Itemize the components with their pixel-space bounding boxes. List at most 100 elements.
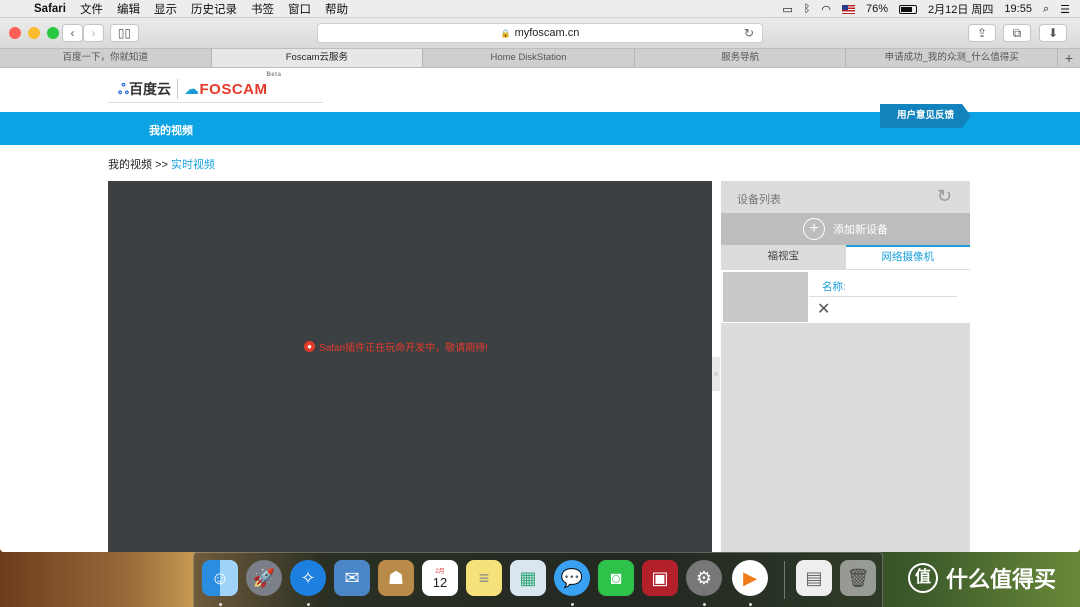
close-window-button[interactable] xyxy=(9,27,21,39)
notification-center-icon[interactable]: ☰ xyxy=(1060,3,1070,16)
safari-icon[interactable]: ✧ xyxy=(290,560,326,596)
device-list-item[interactable]: 名称: ✕ xyxy=(721,270,970,323)
watermark: 值 什么值得买 xyxy=(908,562,1056,594)
menu-edit[interactable]: 编辑 xyxy=(117,1,140,17)
add-device-button[interactable]: + 添加新设备 xyxy=(721,213,970,245)
contacts-icon[interactable]: ☗ xyxy=(378,560,414,596)
tab-service-nav[interactable]: 服务导航 xyxy=(635,49,847,67)
calendar-icon[interactable]: 2月 12 xyxy=(422,560,458,596)
chevron-right-icon: › xyxy=(91,26,96,40)
tabs-icon: ⧉ xyxy=(1012,25,1022,40)
address-bar[interactable]: 🔒 myfoscam.cn ↻ xyxy=(317,23,763,43)
system-preferences-icon[interactable]: ⚙ xyxy=(686,560,722,596)
device-divider xyxy=(809,296,957,297)
lock-icon: 🔒 xyxy=(500,28,511,38)
plugin-message-text: Safari插件正在玩命开发中，敬请期待! xyxy=(319,343,488,354)
zoom-window-button[interactable] xyxy=(47,27,59,39)
beta-label: Beta xyxy=(266,72,282,78)
tab-diskstation[interactable]: Home DiskStation xyxy=(423,49,635,67)
calendar-day: 12 xyxy=(432,575,448,590)
tab-fushibao[interactable]: 福视宝 xyxy=(721,245,846,269)
refresh-icon[interactable]: ↻ xyxy=(937,186,952,207)
app-menu-safari[interactable]: Safari xyxy=(34,3,66,15)
collapse-panel-handle[interactable]: » xyxy=(712,357,720,391)
video-player[interactable]: ● Safari插件正在玩命开发中，敬请期待! xyxy=(108,181,712,552)
close-icon[interactable]: ✕ xyxy=(817,299,830,319)
reload-icon[interactable]: ↻ xyxy=(744,26,754,40)
display-icon[interactable]: ▭ xyxy=(782,3,792,16)
photo-booth-icon[interactable]: ▣ xyxy=(642,560,678,596)
breadcrumb: 我的视频 >> 实时视频 xyxy=(108,156,215,172)
watermark-text: 什么值得买 xyxy=(946,567,1057,592)
sidebar-toggle-button[interactable]: ▯▯ xyxy=(110,24,139,42)
tab-foscam[interactable]: Foscam云服务 xyxy=(211,49,424,67)
menubar-date[interactable]: 2月12日 周四 xyxy=(928,1,993,17)
baidu-cloud-logo: ஃ百度云 xyxy=(118,79,171,100)
tab-smzdm[interactable]: 申请成功_我的众测_什么值得买 xyxy=(846,49,1058,67)
chevron-left-icon: ‹ xyxy=(70,26,75,40)
tab-overview-button[interactable]: ⧉ xyxy=(1003,24,1031,42)
device-name-label: 名称: xyxy=(822,281,846,293)
forward-button[interactable]: › xyxy=(83,24,104,42)
menu-bar: Safari 文件 编辑 显示 历史记录 书签 窗口 帮助 ▭ ᛒ ◠ 76% … xyxy=(0,0,1080,18)
battery-icon[interactable] xyxy=(899,4,917,14)
foscam-cloud-icon: ☁ xyxy=(183,81,200,98)
plugin-message: ● Safari插件正在玩命开发中，敬请期待! xyxy=(304,339,488,354)
minimize-window-button[interactable] xyxy=(28,27,40,39)
site-logo[interactable]: ஃ百度云 ☁FOSCAM Beta xyxy=(108,72,323,103)
device-list-title: 设备列表 xyxy=(737,194,781,206)
sidebar-icon: ▯▯ xyxy=(117,26,132,40)
plus-circle-icon: + xyxy=(803,218,825,240)
error-icon: ● xyxy=(304,341,315,352)
menu-bookmarks[interactable]: 书签 xyxy=(251,1,274,17)
add-device-label: 添加新设备 xyxy=(833,224,888,236)
bluetooth-icon[interactable]: ᛒ xyxy=(804,3,811,15)
menubar-time[interactable]: 19:55 xyxy=(1004,3,1032,15)
device-list-header: 设备列表 ↻ xyxy=(721,181,970,213)
documents-icon[interactable]: ▤ xyxy=(796,560,832,596)
browser-toolbar: ‹ › ▯▯ 🔒 myfoscam.cn ↻ ⇪ ⧉ ⬇ xyxy=(0,18,1080,48)
baidu-cloud-text: 百度云 xyxy=(128,80,171,97)
tab-baidu[interactable]: 百度一下，你就知道 xyxy=(0,49,212,67)
finder-icon[interactable]: ☺ xyxy=(202,560,238,596)
battery-percent[interactable]: 76% xyxy=(866,3,888,15)
foscam-text: FOSCAM xyxy=(199,81,268,98)
feedback-button[interactable]: 用户意见反馈 xyxy=(880,104,971,128)
breadcrumb-root[interactable]: 我的视频 xyxy=(108,159,152,171)
preview-icon[interactable]: ▦ xyxy=(510,560,546,596)
back-button[interactable]: ‹ xyxy=(62,24,83,42)
launchpad-icon[interactable]: 🚀 xyxy=(246,560,282,596)
running-indicator xyxy=(219,603,222,606)
device-type-tabs: 福视宝 网络摄像机 xyxy=(721,245,970,269)
dock: ☺ 🚀 ✧ ✉ ☗ 2月 12 ≡ ▦ 💬 ◙ ▣ ⚙ ▶ ▤ 🗑 xyxy=(193,552,883,607)
nav-my-videos[interactable]: 我的视频 xyxy=(149,122,193,138)
messages-icon[interactable]: 💬 xyxy=(554,560,590,596)
downloads-button[interactable]: ⬇ xyxy=(1039,24,1067,42)
menu-view[interactable]: 显示 xyxy=(154,1,177,17)
share-icon: ⇪ xyxy=(976,26,988,40)
menu-history[interactable]: 历史记录 xyxy=(191,1,237,17)
running-indicator xyxy=(703,603,706,606)
download-icon: ⬇ xyxy=(1047,26,1059,40)
mail-icon[interactable]: ✉ xyxy=(334,560,370,596)
share-button[interactable]: ⇪ xyxy=(968,24,996,42)
facetime-icon[interactable]: ◙ xyxy=(598,560,634,596)
address-bar-url: myfoscam.cn xyxy=(514,27,580,39)
music-player-icon[interactable]: ▶ xyxy=(732,560,768,596)
spotlight-search-icon[interactable]: ⌕ xyxy=(1043,3,1049,16)
menu-file[interactable]: 文件 xyxy=(80,1,103,17)
running-indicator xyxy=(749,603,752,606)
tab-bar: 百度一下，你就知道 Foscam云服务 Home DiskStation 服务导… xyxy=(0,48,1080,68)
foscam-logo: ☁FOSCAM Beta xyxy=(183,72,281,98)
new-tab-button[interactable]: + xyxy=(1058,49,1080,67)
wifi-icon[interactable]: ◠ xyxy=(821,3,831,16)
web-page: ஃ百度云 ☁FOSCAM Beta 我的视频 用户意见反馈 我的视频 >> 实时视… xyxy=(0,68,1080,552)
trash-icon[interactable]: 🗑 xyxy=(840,560,876,596)
running-indicator xyxy=(307,603,310,606)
tab-ip-camera[interactable]: 网络摄像机 xyxy=(845,245,970,269)
input-source-flag-icon[interactable] xyxy=(841,4,855,14)
menu-window[interactable]: 窗口 xyxy=(288,1,311,17)
menu-help[interactable]: 帮助 xyxy=(325,1,348,17)
dock-separator xyxy=(784,561,785,599)
notes-icon[interactable]: ≡ xyxy=(466,560,502,596)
